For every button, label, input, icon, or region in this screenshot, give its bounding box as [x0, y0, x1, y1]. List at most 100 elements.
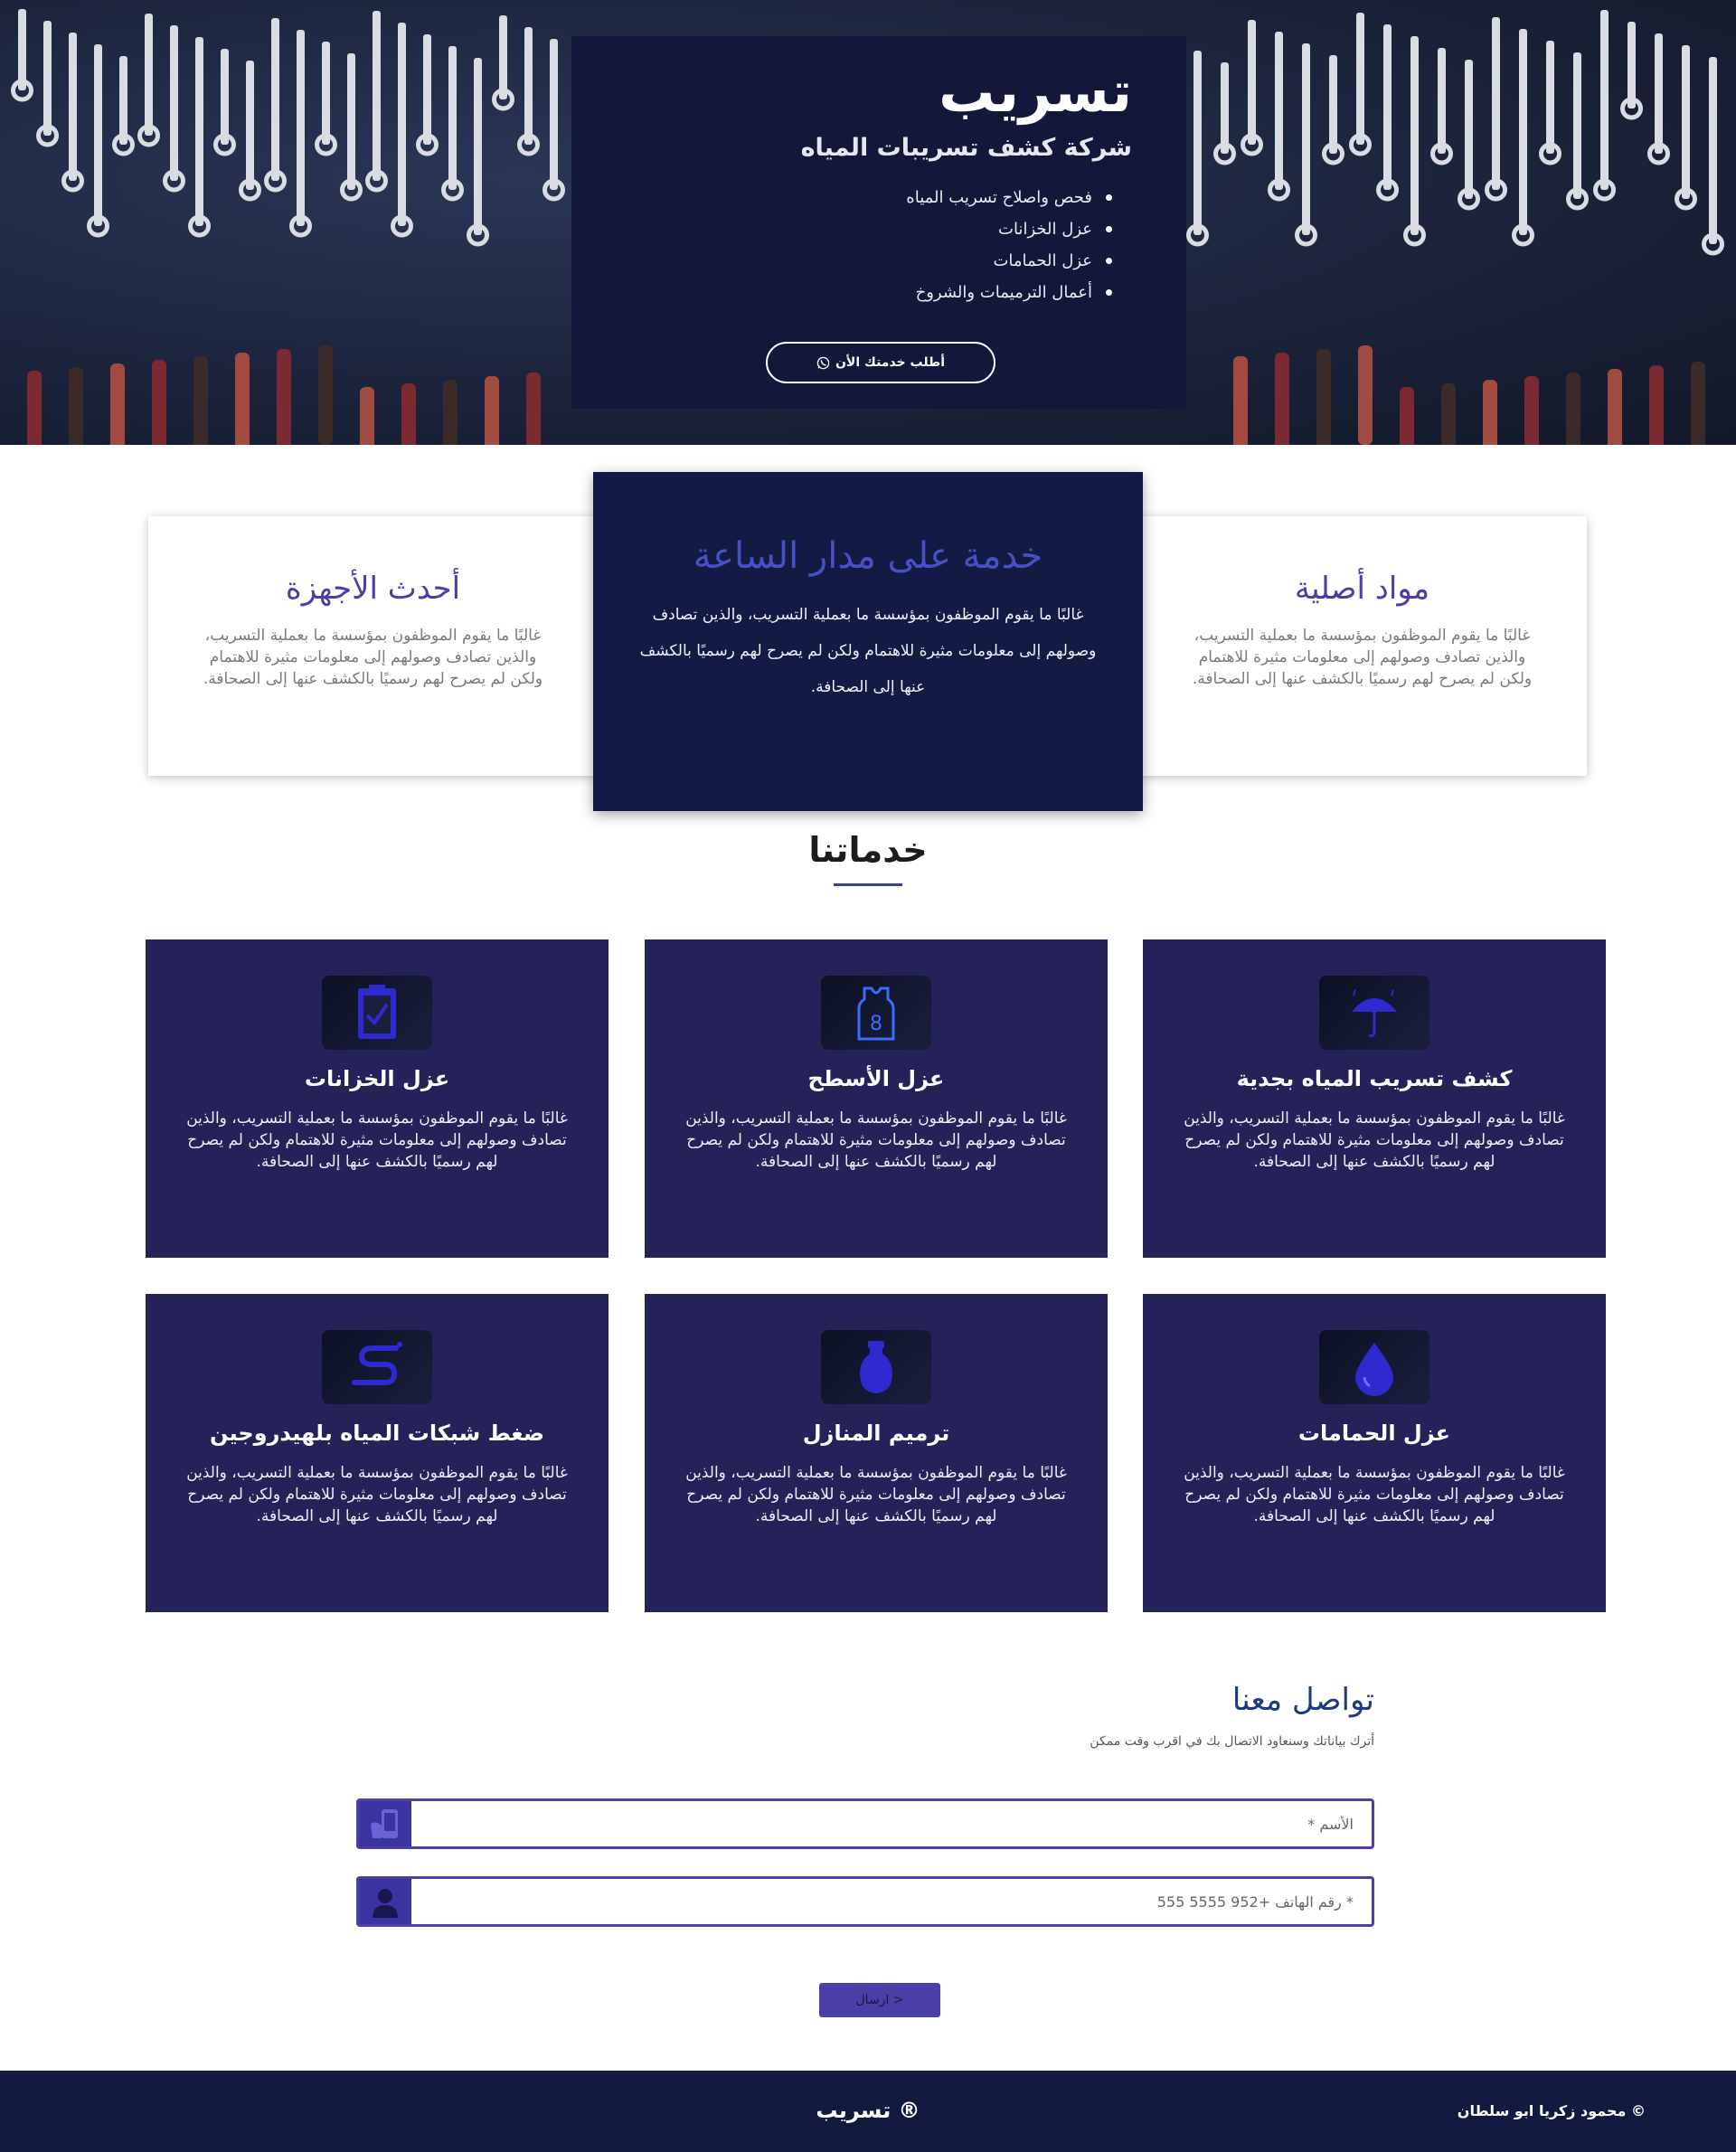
- wrench-shape: [1213, 62, 1236, 165]
- tool-handle-shape: [193, 356, 208, 445]
- tool-handle-shape: [1316, 349, 1331, 445]
- service-title: عزل الخزانات: [304, 1066, 450, 1091]
- contact-title: تواصل معنا: [1231, 1682, 1374, 1718]
- phone-hand-icon: [359, 1801, 411, 1846]
- wrench-shape: [264, 18, 287, 193]
- jersey-icon: 8: [821, 976, 931, 1050]
- hero-list-item: فحص واصلاح تسريب المياه: [626, 182, 1114, 213]
- wrench-shape: [87, 44, 109, 238]
- umbrella-rain-icon: [1319, 976, 1429, 1050]
- wrench-shape: [441, 46, 464, 202]
- order-service-label: أطلب خدمتك الأن: [835, 355, 946, 370]
- phone-input[interactable]: [413, 1879, 1372, 1924]
- service-card: ضغط شبكات المياه بلهيدروجين غالبًا ما يق…: [146, 1294, 609, 1612]
- hero-panel: تسريب شركة كشف تسريبات المياه فحص واصلاح…: [571, 36, 1186, 409]
- tool-handle-shape: [1233, 356, 1248, 445]
- wrench-shape: [391, 23, 413, 238]
- service-title: كشف تسريب المياه بجدية: [1236, 1066, 1513, 1091]
- wrench-shape: [1647, 33, 1670, 165]
- wrench-shape: [517, 27, 540, 156]
- contact-subtitle: أترك بياناتك وسنعاود الاتصال بك في اقرب …: [1090, 1734, 1374, 1749]
- user-icon: [359, 1879, 411, 1924]
- service-card: 8 عزل الأسطح غالبًا ما يقوم الموظفون بمؤ…: [645, 939, 1108, 1258]
- name-field: [356, 1798, 1374, 1849]
- wrench-shape: [492, 15, 514, 111]
- service-card: كشف تسريب المياه بجدية غالبًا ما يقوم ال…: [1143, 939, 1606, 1258]
- tool-handle-shape: [485, 376, 499, 445]
- tool-handle-shape: [277, 349, 291, 445]
- service-card: عزل الخزانات غالبًا ما يقوم الموظفون بمؤ…: [146, 939, 609, 1258]
- send-button[interactable]: < ارسال: [819, 1983, 940, 2017]
- wrench-shape: [1268, 32, 1290, 202]
- wrench-shape: [213, 49, 236, 156]
- services-title: خدماتنا: [808, 830, 928, 870]
- feature-title: مواد أصلية: [1294, 571, 1430, 607]
- feature-text: غالبًا ما يقوم الموظفون بمؤسسة ما بعملية…: [1192, 627, 1533, 688]
- feature-title: خدمة على مدار الساعة: [693, 535, 1043, 577]
- wrench-shape: [315, 42, 337, 156]
- feature-text: غالبًا ما يقوم الموظفون بمؤسسة ما بعملية…: [203, 627, 543, 688]
- tool-handle-shape: [152, 360, 166, 445]
- wrench-shape: [1566, 52, 1589, 211]
- tool-handle-shape: [318, 345, 333, 445]
- service-text: غالبًا ما يقوم الموظفون بمؤسسة ما بعملية…: [685, 1109, 1067, 1171]
- wrench-shape: [239, 61, 261, 202]
- feature-card-latest-devices: أحدث الأجهزة غالبًا ما يقوم الموظفون بمؤ…: [148, 516, 598, 776]
- hero-section: تسريب شركة كشف تسريبات المياه فحص واصلاح…: [0, 0, 1736, 445]
- tool-handle-shape: [235, 353, 250, 445]
- tool-handle-shape: [1275, 353, 1289, 445]
- hose-icon: [322, 1330, 432, 1404]
- wrench-shape: [416, 34, 439, 156]
- wrench-shape: [1620, 22, 1643, 120]
- service-title: ضغط شبكات المياه بلهيدروجين: [209, 1421, 545, 1446]
- feature-card-original-materials: مواد أصلية غالبًا ما يقوم الموظفون بمؤسس…: [1137, 516, 1587, 776]
- wrench-shape: [1241, 20, 1263, 156]
- wrench-shape: [467, 58, 489, 247]
- service-text: غالبًا ما يقوم الموظفون بمؤسسة ما بعملية…: [1184, 1464, 1565, 1525]
- tool-handle-shape: [1649, 365, 1664, 445]
- order-service-button[interactable]: أطلب خدمتك الأن: [766, 342, 995, 383]
- tool-handle-shape: [27, 371, 42, 445]
- tool-handle-shape: [443, 380, 458, 445]
- wrench-shape: [1485, 17, 1507, 202]
- wrench-shape: [137, 14, 160, 147]
- tool-handle-shape: [69, 367, 83, 445]
- clipboard-check-icon: [322, 976, 432, 1050]
- feature-title: أحدث الأجهزة: [285, 571, 461, 607]
- wrench-shape: [163, 25, 185, 193]
- wrench-shape: [1322, 55, 1344, 165]
- hero-subtitle: شركة كشف تسريبات المياه: [800, 134, 1132, 163]
- tool-handle-shape: [1566, 373, 1580, 445]
- service-text: غالبًا ما يقوم الموظفون بمؤسسة ما بعملية…: [1184, 1109, 1565, 1171]
- wrench-shape: [1512, 29, 1534, 247]
- hero-title: تسريب: [939, 59, 1132, 125]
- whatsapp-icon: [816, 356, 830, 369]
- wrench-shape: [1675, 45, 1697, 211]
- tool-handle-shape: [526, 373, 541, 445]
- hero-list-item: عزل الحمامات: [626, 245, 1114, 277]
- wrench-shape: [61, 33, 84, 193]
- service-text: غالبًا ما يقوم الموظفون بمؤسسة ما بعملية…: [685, 1464, 1067, 1525]
- tool-handle-shape: [1400, 387, 1414, 445]
- svg-text:8: 8: [870, 1013, 882, 1035]
- tool-handle-shape: [360, 387, 374, 445]
- services-title-underline: [834, 883, 902, 886]
- name-input[interactable]: [413, 1801, 1372, 1846]
- service-text: غالبًا ما يقوم الموظفون بمؤسسة ما بعملية…: [186, 1464, 568, 1525]
- wrench-shape: [188, 37, 211, 238]
- tool-handle-shape: [1524, 376, 1539, 445]
- wrench-shape: [542, 39, 565, 202]
- hero-list-item: أعمال الترميمات والشروخ: [626, 277, 1114, 308]
- wrench-shape: [1376, 24, 1399, 202]
- service-text: غالبًا ما يقوم الموظفون بمؤسسة ما بعملية…: [186, 1109, 568, 1171]
- tool-handle-shape: [110, 363, 125, 445]
- service-card: ترميم المنازل غالبًا ما يقوم الموظفون بم…: [645, 1294, 1108, 1612]
- wrench-shape: [1458, 60, 1480, 211]
- feature-card-24h-service: خدمة على مدار الساعة غالبًا ما يقوم المو…: [593, 472, 1143, 811]
- tool-handle-shape: [1608, 369, 1622, 445]
- vase-icon: [821, 1330, 931, 1404]
- tool-handle-shape: [401, 383, 416, 445]
- wrench-shape: [36, 21, 59, 147]
- wrench-shape: [1349, 13, 1372, 156]
- tool-handle-shape: [1358, 345, 1373, 445]
